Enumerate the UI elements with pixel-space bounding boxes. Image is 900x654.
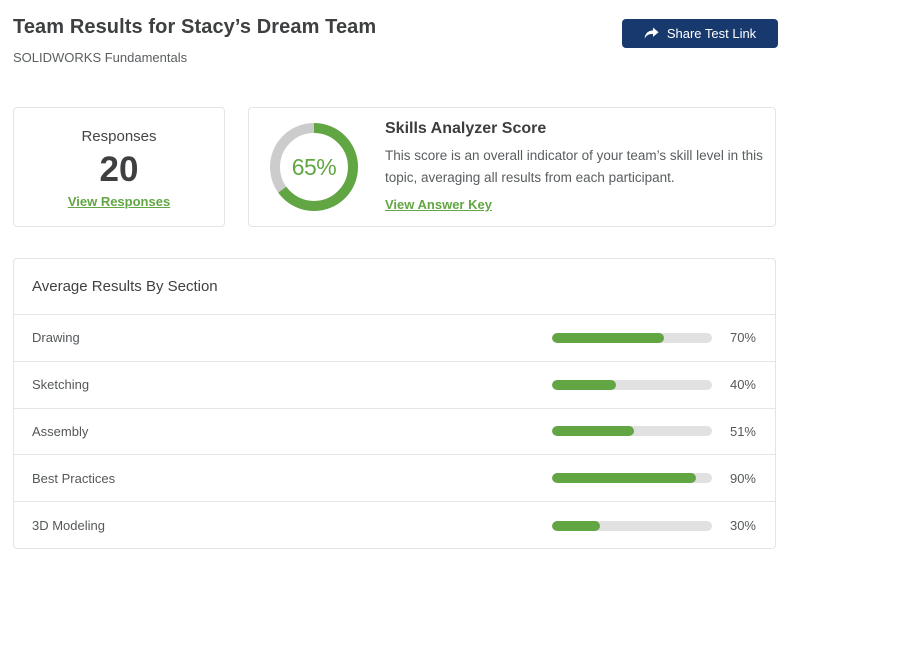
progress-bar-track: [552, 379, 712, 390]
score-percent-label: 65%: [291, 153, 337, 180]
progress-bar-track: [552, 520, 712, 531]
progress-bar-track: [552, 473, 712, 484]
section-label: Best Practices: [32, 470, 116, 486]
progress-bar-fill: [552, 426, 634, 437]
section-row-sketching: Sketching 40%: [14, 362, 775, 409]
section-label: Assembly: [32, 423, 89, 439]
responses-count: 20: [99, 149, 139, 189]
score-text-block: Skills Analyzer Score This score is an o…: [385, 120, 763, 213]
responses-card-title: Responses: [81, 127, 157, 145]
view-answer-key-link[interactable]: View Answer Key: [385, 197, 492, 212]
share-button-label: Share Test Link: [666, 26, 757, 41]
section-label: 3D Modeling: [32, 518, 105, 534]
score-card-description: This score is an overall indicator of yo…: [385, 148, 763, 185]
progress-bar-track: [552, 426, 712, 437]
section-row-assembly: Assembly 51%: [14, 409, 775, 456]
section-percent: 40%: [729, 377, 756, 393]
average-results-title: Average Results By Section: [14, 259, 775, 315]
section-percent: 51%: [729, 423, 756, 439]
progress-bar-fill: [552, 379, 616, 390]
skills-analyzer-score-card: 65% Skills Analyzer Score This score is …: [248, 107, 776, 227]
average-results-card: Average Results By Section Drawing 70% S…: [13, 258, 776, 549]
section-label: Drawing: [32, 330, 80, 346]
section-row-3d-modeling: 3D Modeling 30%: [14, 502, 775, 549]
share-test-link-button[interactable]: Share Test Link: [622, 19, 778, 48]
section-row-best-practices: Best Practices 90%: [14, 455, 775, 503]
section-row-drawing: Drawing 70%: [14, 315, 775, 362]
score-card-title: Skills Analyzer Score: [385, 120, 547, 138]
page-subtitle: SOLIDWORKS Fundamentals: [13, 50, 188, 65]
section-percent: 30%: [729, 518, 756, 534]
score-donut-chart: 65%: [270, 123, 358, 211]
responses-card: Responses 20 View Responses: [13, 107, 225, 227]
progress-bar-fill: [552, 520, 600, 531]
progress-bar-fill: [552, 473, 696, 484]
section-label: Sketching: [32, 377, 90, 393]
share-icon: [644, 27, 659, 40]
section-percent: 90%: [729, 470, 756, 486]
progress-bar-fill: [552, 332, 664, 343]
team-results-page: Team Results for Stacy’s Dream Team SOLI…: [0, 0, 900, 654]
section-percent: 70%: [729, 330, 756, 346]
progress-bar-track: [552, 332, 712, 343]
view-responses-link[interactable]: View Responses: [68, 194, 170, 209]
page-title: Team Results for Stacy’s Dream Team: [13, 16, 377, 38]
